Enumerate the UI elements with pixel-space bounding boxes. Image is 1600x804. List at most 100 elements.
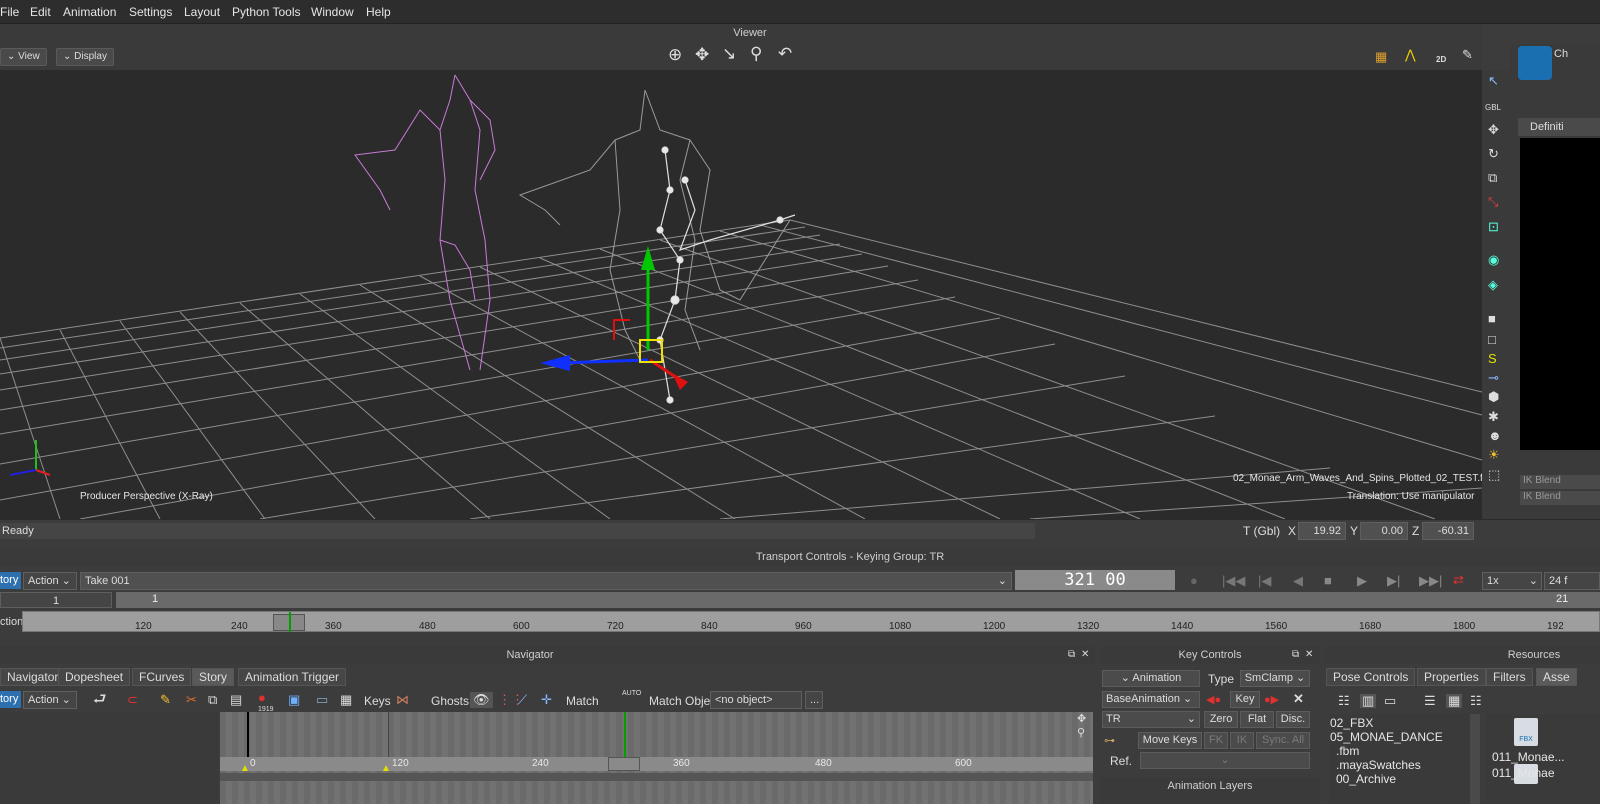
tree-item[interactable]: 05_MONAE_DANCE [1330, 730, 1443, 744]
pan-icon[interactable]: ✥ [695, 46, 709, 63]
pivot-icon[interactable]: ⊡ [1488, 220, 1499, 234]
tab-dopesheet[interactable]: Dopesheet [58, 668, 131, 686]
speed-select[interactable]: 1x ⌄ [1482, 572, 1542, 590]
grid-view-icon[interactable]: ▦ [1446, 694, 1463, 708]
razor-icon[interactable]: ✂ [186, 693, 197, 707]
sync-all-button[interactable]: Sync. All [1256, 732, 1310, 749]
go-start-icon[interactable]: |◀◀ [1222, 574, 1245, 588]
roll-icon[interactable]: ↶ [778, 45, 792, 62]
menu-help[interactable]: Help [366, 5, 391, 19]
video-icon[interactable]: ▣ [288, 693, 300, 707]
story-toggle-2[interactable]: tory [0, 691, 21, 708]
path-icon[interactable]: ⋀ [1405, 48, 1416, 62]
snap-icon[interactable]: ◉ [1488, 253, 1499, 267]
next-key-icon[interactable]: ●▶ [1264, 693, 1279, 707]
tree-item[interactable]: .mayaSwatches [1336, 758, 1421, 772]
menu-edit[interactable]: Edit [30, 5, 51, 19]
translate-icon[interactable]: ✥ [1488, 123, 1499, 137]
monitor-icon[interactable]: ▭ [316, 693, 328, 707]
light-icon[interactable]: ☀ [1488, 448, 1500, 462]
asset-thumb-label-2[interactable]: 011_Monae [1492, 766, 1555, 780]
key-lock-icon[interactable]: ⊶ [1104, 734, 1115, 748]
cube-wire-icon[interactable]: □ [1488, 333, 1496, 347]
play-icon[interactable]: ▶ [1357, 574, 1367, 588]
brush-icon[interactable]: ✎ [1462, 48, 1473, 62]
loop-icon[interactable]: ⇄ [1453, 573, 1464, 587]
viewport[interactable]: Producer Perspective (X-Ray) 02_Monae_Ar… [0, 70, 1482, 519]
float-icon[interactable]: ⧉ [1292, 648, 1299, 662]
key-button[interactable]: Key [1230, 691, 1260, 708]
orbit-icon[interactable]: ⊕ [668, 46, 682, 63]
base-animation-select[interactable]: BaseAnimation ⌄ [1102, 691, 1200, 708]
ik-blend-1[interactable]: IK Blend [1520, 475, 1600, 489]
menu-layout[interactable]: Layout [184, 5, 220, 19]
story-action-select[interactable]: Action ⌄ [23, 691, 77, 709]
menu-settings[interactable]: Settings [129, 5, 172, 19]
y-field[interactable]: 0.00 [1360, 522, 1408, 540]
curve-icon[interactable]: S [1488, 352, 1497, 366]
action-select[interactable]: Action ⌄ [23, 572, 77, 590]
float-icon[interactable]: ⧉ [1068, 648, 1075, 662]
tree-item[interactable]: 00_Archive [1336, 772, 1396, 786]
tab-filters[interactable]: Filters [1486, 668, 1533, 686]
target-icon[interactable]: ✛ [541, 693, 552, 707]
tree-icon[interactable]: ☷ [1338, 694, 1350, 708]
next-key-icon[interactable]: ▶| [1387, 574, 1400, 588]
character-view[interactable] [1520, 138, 1600, 450]
tree-scrollbar[interactable] [1470, 714, 1480, 804]
menu-file[interactable]: File [0, 5, 19, 19]
match-object-button[interactable]: ... [805, 691, 823, 709]
fps-select[interactable]: 24 f [1544, 572, 1600, 590]
keys-icon[interactable]: ⋈ [396, 693, 409, 707]
select-icon[interactable]: ↖ [1488, 74, 1499, 88]
go-end-icon[interactable]: ▶▶| [1419, 574, 1442, 588]
zero-button[interactable]: Zero [1204, 711, 1238, 728]
definition-tab[interactable]: Definiti [1518, 118, 1600, 136]
start-frame-field[interactable]: 1 [0, 592, 112, 608]
single-view-icon[interactable]: ▭ [1384, 694, 1396, 708]
remove-key-button[interactable]: ✕ [1293, 692, 1304, 706]
detail-view-icon[interactable]: ☷ [1470, 694, 1482, 708]
character-tab[interactable]: Ch [1554, 48, 1568, 60]
pencil-icon[interactable]: ✎ [160, 693, 171, 707]
zoom-icon[interactable]: ⚲ [750, 45, 762, 62]
split-view-icon[interactable]: ▥ [1360, 694, 1377, 708]
tab-assets[interactable]: Asse [1536, 668, 1577, 686]
fk-button[interactable]: FK [1204, 732, 1228, 749]
magnet-icon[interactable]: ⊂ [127, 693, 138, 707]
record-icon[interactable]: ● [1190, 574, 1198, 588]
fbx-file-icon[interactable]: FBX [1514, 718, 1538, 746]
tab-pose-controls[interactable]: Pose Controls [1326, 668, 1416, 686]
tab-fcurves[interactable]: FCurves [132, 668, 192, 686]
z-field[interactable]: -60.31 [1422, 522, 1474, 540]
dolly-icon[interactable]: ↘ [722, 45, 736, 62]
transform-icon[interactable]: ⤡ [1488, 195, 1498, 209]
tab-properties[interactable]: Properties [1417, 668, 1486, 686]
close-icon[interactable]: ✕ [1305, 648, 1313, 662]
folder-tree[interactable]: 02_FBX 05_MONAE_DANCE .fbm .mayaSwatches… [1330, 714, 1480, 804]
cube-icon[interactable]: ■ [1488, 312, 1496, 326]
disc-button[interactable]: Disc. [1276, 711, 1310, 728]
ref-select[interactable]: ⌄ [1140, 752, 1310, 769]
menu-animation[interactable]: Animation [63, 5, 116, 19]
story-timeline[interactable]: ▲ ▲ 0 120 240 360 480 600 ✥ ⚲ [220, 712, 1093, 804]
flat-button[interactable]: Flat [1240, 711, 1274, 728]
tr-select[interactable]: TR ⌄ [1102, 711, 1200, 728]
zoom-slider[interactable]: 1 21 [116, 592, 1600, 608]
match-object-field[interactable]: <no object> [710, 691, 802, 709]
character-icon[interactable]: ☻ [1488, 429, 1502, 443]
tab-navigator[interactable]: Navigator [0, 668, 66, 686]
view-button[interactable]: ⌄ View [0, 48, 47, 66]
copy-icon[interactable]: ⧉ [208, 693, 217, 707]
eye-icon[interactable]: 👁 [470, 692, 493, 708]
auto-label[interactable]: AUTO [622, 690, 641, 697]
rotate-icon[interactable]: ↻ [1488, 147, 1499, 161]
list-view-icon[interactable]: ☰ [1424, 694, 1436, 708]
time-display[interactable]: 321 00 [1015, 570, 1175, 590]
move-keys-button[interactable]: Move Keys [1138, 732, 1202, 749]
take-select[interactable]: Take 001 ⌄ [80, 572, 1012, 590]
x-field[interactable]: 19.92 [1298, 522, 1346, 540]
render-icon[interactable]: ▦ [340, 693, 352, 707]
null-icon[interactable]: ⬢ [1488, 390, 1499, 404]
tree-item[interactable]: 02_FBX [1330, 716, 1373, 730]
